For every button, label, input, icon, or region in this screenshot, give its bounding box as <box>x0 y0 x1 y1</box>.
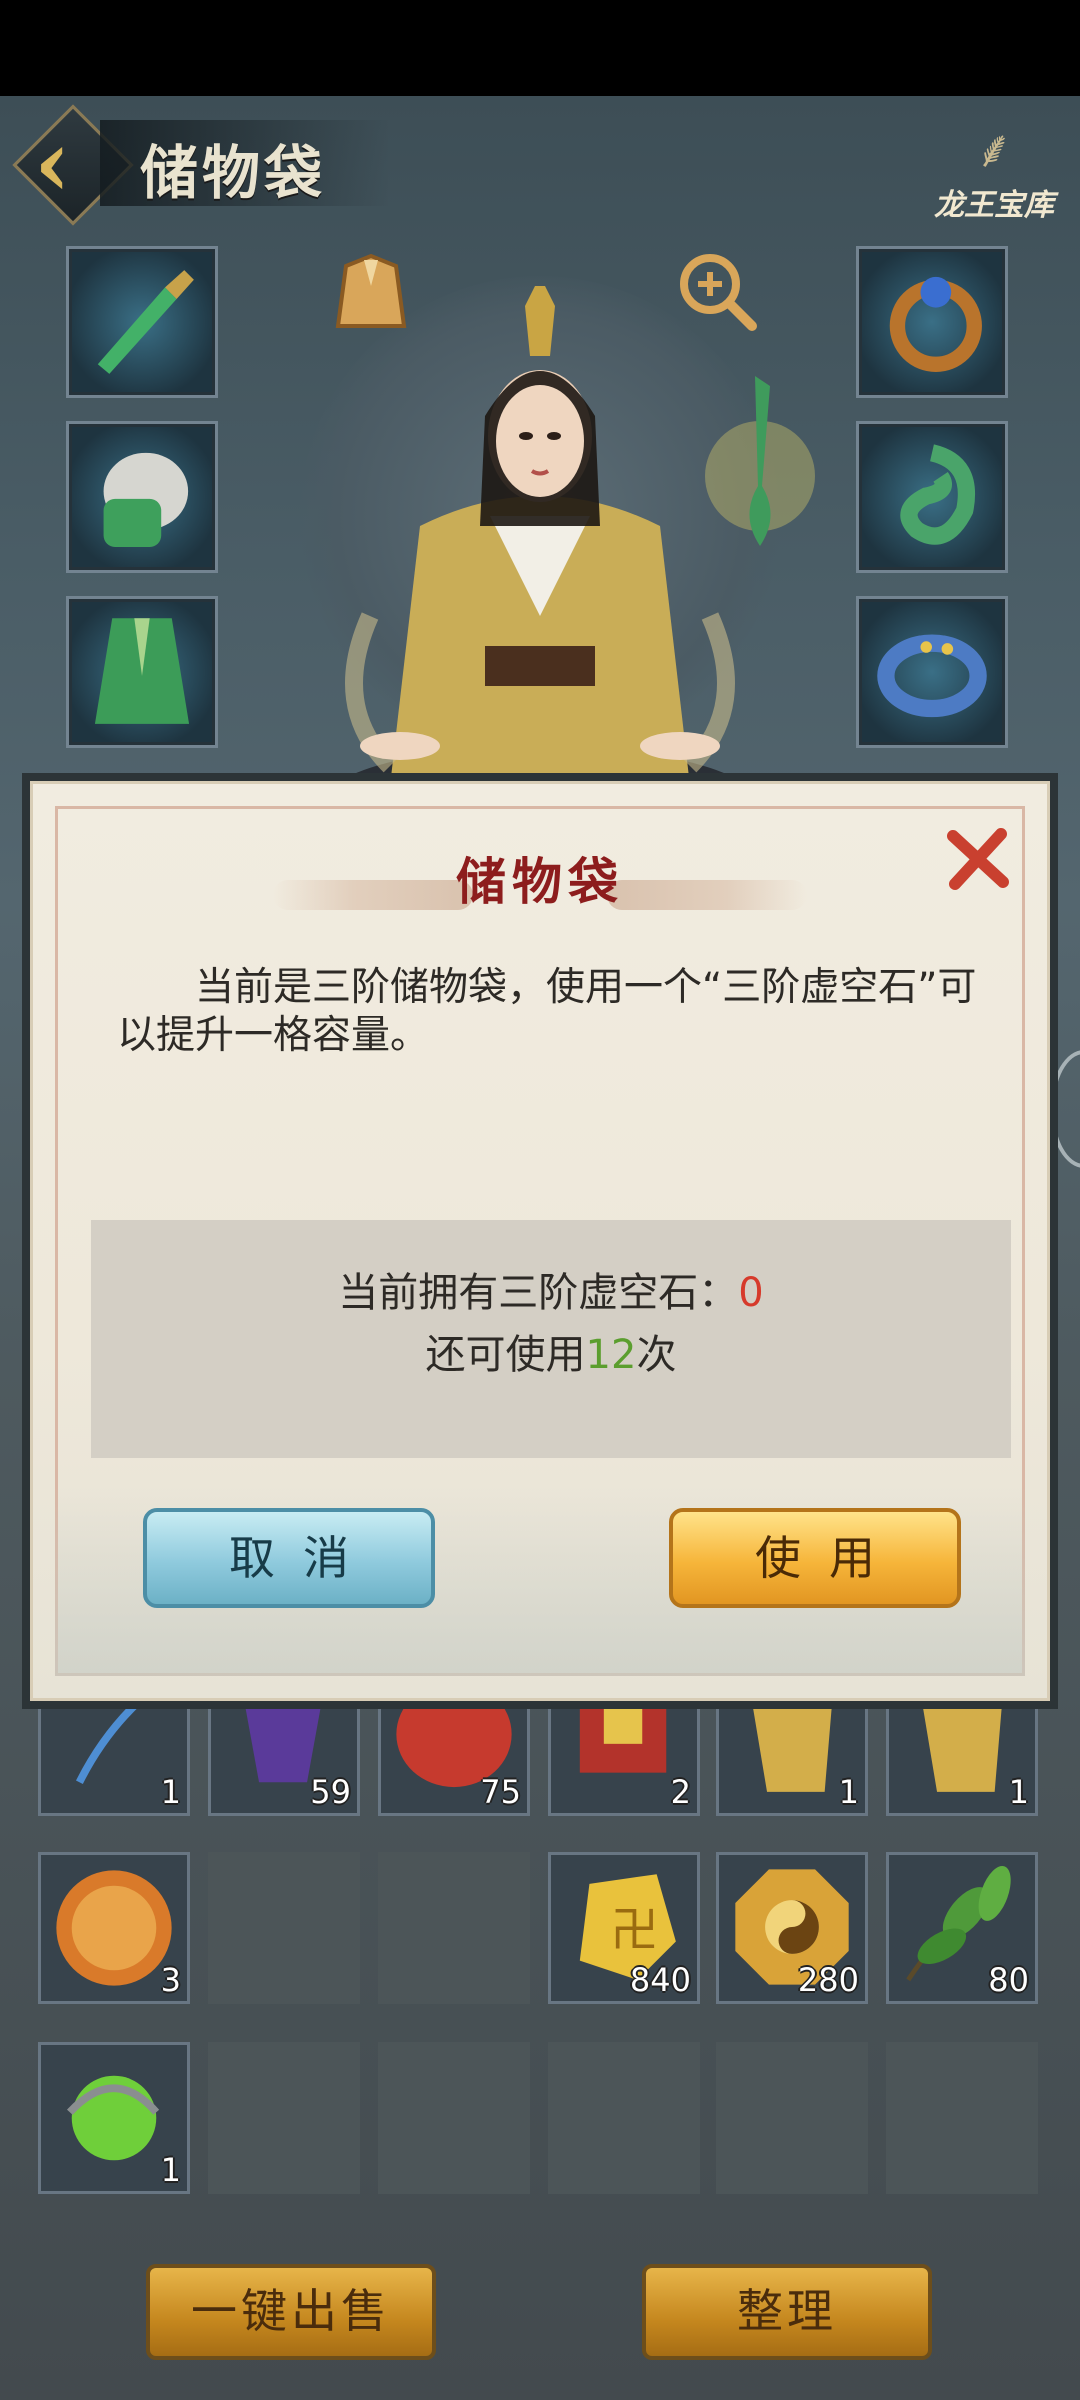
owned-label: 当前拥有三阶虚空石： <box>338 1270 739 1316</box>
equip-slot-bracelet[interactable] <box>856 596 1008 748</box>
equip-slot-robe[interactable] <box>66 596 218 748</box>
dialog-title: 储物袋 <box>456 852 624 911</box>
logo-label: 龙王宝库 <box>934 188 1054 223</box>
inventory-slot[interactable]: 280 <box>716 1852 868 2004</box>
status-bar <box>0 0 1080 96</box>
item-count: 1 <box>160 2151 181 2189</box>
dialog-description: 当前是三阶储物袋，使用一个“三阶虚空石”可以提升一格容量。 <box>117 965 977 1058</box>
ring-icon <box>889 276 982 372</box>
inventory-slot-empty[interactable] <box>548 2042 700 2194</box>
inventory-slot-empty[interactable] <box>886 2042 1038 2194</box>
dialog-panel: 储物袋 当前是三阶储物袋，使用一个“三阶虚空石”可以提升一格容量。 当前拥有三阶… <box>30 781 1050 1701</box>
remaining-count: 12 <box>585 1332 637 1378</box>
item-count: 280 <box>797 1961 859 1999</box>
inventory-slot[interactable]: 1 <box>38 2042 190 2194</box>
item-count: 1 <box>160 1773 181 1811</box>
one-click-sell-button[interactable]: 一键出售 <box>146 2264 436 2360</box>
page-title: 储物袋 <box>140 139 327 207</box>
item-count: 2 <box>670 1773 691 1811</box>
inventory-slot-empty[interactable] <box>378 2042 530 2194</box>
inventory-slot-empty[interactable] <box>208 2042 360 2194</box>
item-count: 75 <box>480 1773 521 1811</box>
bracelet-icon <box>877 634 987 718</box>
inventory-slot-empty[interactable] <box>378 1852 530 2004</box>
inventory-slot[interactable]: 80 <box>886 1852 1038 2004</box>
jade-pendant-icon <box>900 444 976 545</box>
robe-icon <box>94 618 190 724</box>
close-icon[interactable] <box>945 826 1011 892</box>
svg-text:卍: 卍 <box>611 1902 659 1958</box>
owned-count: 0 <box>738 1270 764 1316</box>
dragon-king-treasury-logo[interactable]: ⸙ 龙王宝库 <box>924 120 1064 230</box>
sword-icon <box>97 270 194 374</box>
item-count: 1 <box>1008 1773 1029 1811</box>
equip-slot-ring[interactable] <box>856 246 1008 398</box>
item-count: 80 <box>988 1961 1029 1999</box>
dragon-icon: ⸙ <box>974 120 1014 180</box>
equip-slot-helmet[interactable] <box>66 421 218 573</box>
jade-weapon-icon[interactable] <box>700 366 820 566</box>
inventory-slot[interactable]: 3 <box>38 1852 190 2004</box>
sort-button[interactable]: 整理 <box>642 2264 932 2360</box>
equip-slot-weapon[interactable] <box>66 246 218 398</box>
info-box: 当前拥有三阶虚空石：0 还可使用12次 <box>91 1220 1011 1458</box>
zoom-icon[interactable] <box>672 246 762 336</box>
item-count: 840 <box>629 1961 691 1999</box>
inventory-slot-empty[interactable] <box>716 2042 868 2194</box>
owned-stones-line: 当前拥有三阶虚空石：0 <box>91 1260 1011 1318</box>
use-button[interactable]: 使用 <box>669 1508 961 1608</box>
inventory-slot-empty[interactable] <box>208 1852 360 2004</box>
storage-bag-dialog: 储物袋 当前是三阶储物袋，使用一个“三阶虚空石”可以提升一格容量。 当前拥有三阶… <box>22 773 1058 1709</box>
item-count: 1 <box>838 1773 859 1811</box>
inventory-slot[interactable]: 卍 840 <box>548 1852 700 2004</box>
item-count: 3 <box>160 1961 181 1999</box>
remaining-uses-line: 还可使用12次 <box>91 1322 1011 1380</box>
remaining-label: 还可使用 <box>425 1332 586 1378</box>
item-count: 59 <box>310 1773 351 1811</box>
cancel-button[interactable]: 取消 <box>143 1508 435 1608</box>
equip-slot-pendant[interactable] <box>856 421 1008 573</box>
helmet-icon <box>103 452 189 547</box>
outfit-icon[interactable] <box>326 246 416 336</box>
remaining-suffix: 次 <box>636 1332 677 1378</box>
